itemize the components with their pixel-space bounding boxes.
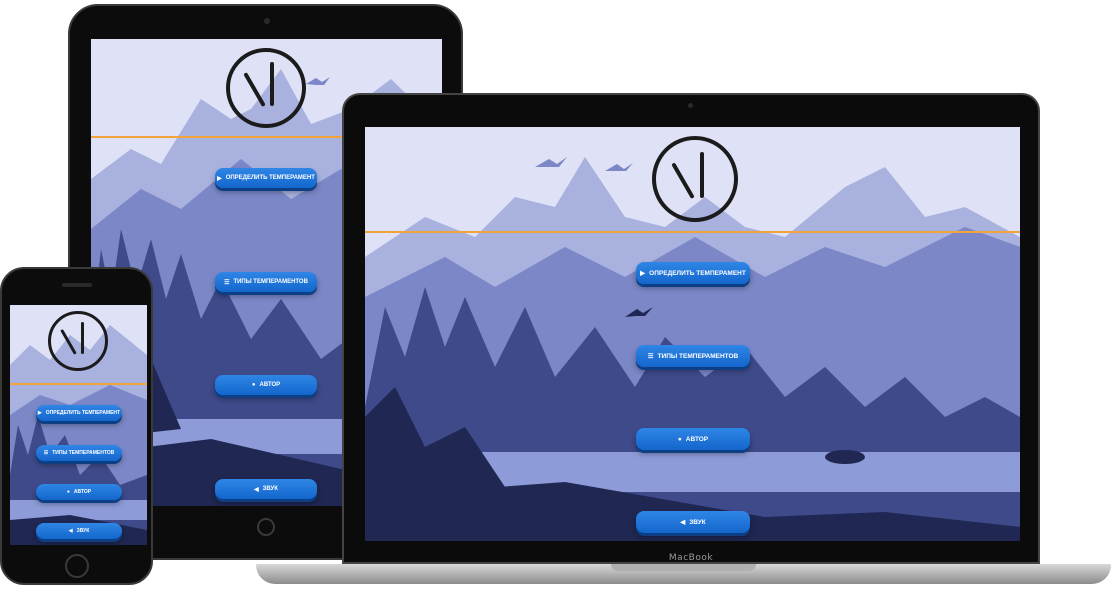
list-icon: ☰ — [647, 353, 654, 360]
author-label: Автор — [73, 489, 92, 495]
user-icon: ● — [66, 489, 70, 495]
user-icon: ● — [251, 382, 256, 388]
play-circle-icon: ▶ — [640, 270, 646, 277]
clock-logo-icon — [652, 136, 738, 222]
clock-hand — [671, 162, 695, 199]
clock-hand — [81, 322, 84, 354]
temperament-types-label: Типы темпераментов — [233, 279, 308, 285]
start-test-label: Определить темперамент — [45, 410, 121, 416]
author-button[interactable]: ● Автор — [215, 375, 317, 395]
list-icon: ☰ — [224, 279, 230, 286]
clock-hand — [270, 62, 274, 106]
start-test-button[interactable]: ▶ Определить темперамент — [215, 168, 317, 188]
laptop-camera — [688, 103, 693, 108]
sound-label: Звук — [689, 518, 706, 526]
accent-line — [10, 383, 147, 385]
laptop-device: ▶ Определить темперамент ☰ Типы темперам… — [342, 93, 1040, 564]
temperament-types-label: Типы темпераментов — [52, 450, 115, 456]
tablet-camera — [264, 18, 270, 24]
sound-label: Звук — [262, 486, 278, 492]
user-icon: ● — [677, 435, 682, 443]
speaker-icon: ◀ — [68, 528, 73, 534]
phone-home-button[interactable] — [65, 554, 89, 578]
phone-screen: ▶ Определить темперамент ☰ Типы темперам… — [10, 305, 147, 545]
laptop-hinge-notch — [611, 564, 756, 571]
list-icon: ☰ — [43, 450, 49, 456]
clock-logo-icon — [226, 48, 306, 128]
temperament-types-button[interactable]: ☰ Типы темпераментов — [636, 345, 750, 367]
laptop-brand-label: MacBook — [668, 553, 714, 563]
play-circle-icon: ▶ — [37, 410, 42, 416]
sound-label: Звук — [76, 528, 90, 534]
sound-button[interactable]: ◀ Звук — [636, 511, 750, 533]
start-test-button[interactable]: ▶ Определить темперамент — [636, 262, 750, 284]
temperament-types-button[interactable]: ☰ Типы темпераментов — [215, 272, 317, 292]
author-label: Автор — [259, 382, 281, 388]
speaker-icon: ◀ — [254, 486, 259, 493]
phone-speaker — [62, 283, 92, 287]
author-button[interactable]: ● Автор — [636, 428, 750, 450]
temperament-types-label: Типы темпераментов — [657, 352, 739, 360]
author-button[interactable]: ● Автор — [36, 484, 122, 500]
clock-hand — [60, 329, 77, 355]
start-test-label: Определить темперамент — [225, 175, 315, 181]
accent-line — [365, 231, 1020, 233]
clock-logo-icon — [48, 311, 108, 371]
author-label: Автор — [685, 435, 709, 443]
clock-hand — [243, 72, 266, 107]
speaker-icon: ◀ — [680, 519, 686, 526]
clock-hand — [700, 152, 704, 198]
start-test-button[interactable]: ▶ Определить темперамент — [36, 405, 122, 421]
phone-device: ▶ Определить темперамент ☰ Типы темперам… — [0, 267, 153, 585]
laptop-base — [256, 564, 1111, 584]
start-test-label: Определить темперамент — [649, 269, 746, 277]
temperament-types-button[interactable]: ☰ Типы темпераментов — [36, 445, 122, 461]
sound-button[interactable]: ◀ Звук — [215, 479, 317, 499]
tablet-home-button[interactable] — [257, 518, 275, 536]
play-circle-icon: ▶ — [217, 175, 222, 182]
laptop-screen: ▶ Определить темперамент ☰ Типы темперам… — [365, 127, 1020, 541]
sound-button[interactable]: ◀ Звук — [36, 523, 122, 539]
